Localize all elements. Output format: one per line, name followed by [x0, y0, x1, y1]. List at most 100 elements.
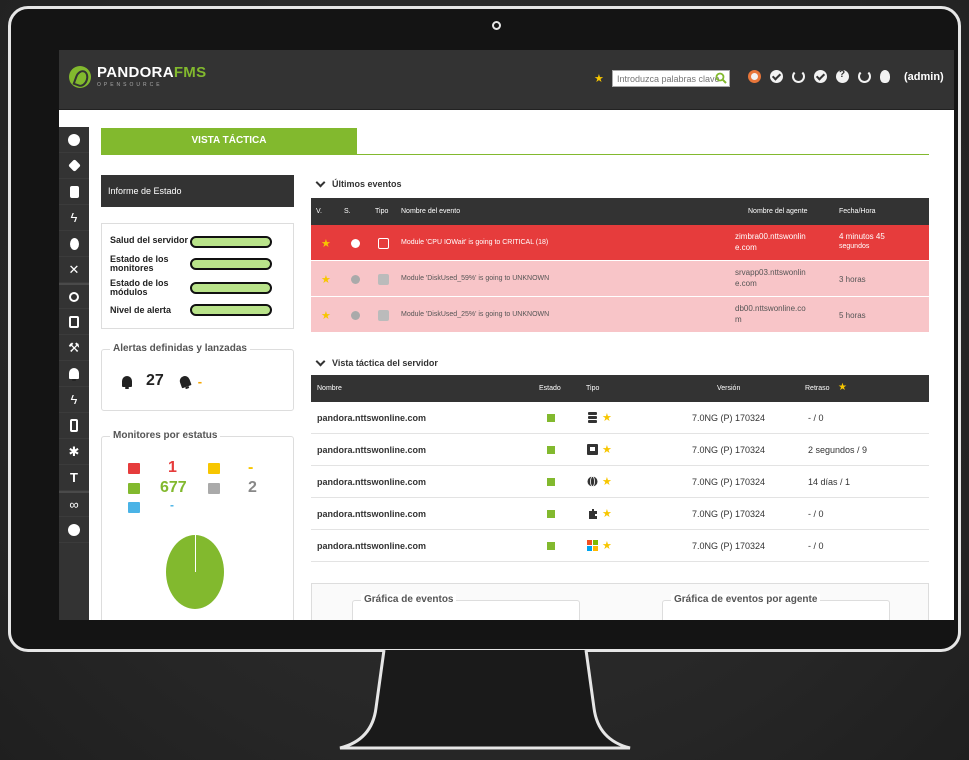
logout-icon[interactable] — [858, 70, 871, 83]
server-row[interactable]: pandora.nttswonline.com ★ 7.0NG (P) 1703… — [311, 434, 929, 466]
servers-title: Vista táctica del servidor — [332, 358, 438, 368]
server-name[interactable]: pandora.nttswonline.com — [317, 509, 426, 519]
health-bar — [190, 282, 272, 294]
menu-topology[interactable] — [59, 153, 89, 179]
server-icon — [70, 419, 78, 432]
logo-text-fms: FMS — [173, 64, 207, 81]
event-agent[interactable]: db00.nttswonline.co — [735, 304, 806, 313]
monitors-critical-count[interactable]: 1 — [168, 459, 177, 477]
plugin-icon — [589, 509, 597, 519]
menu-setup[interactable]: ✱ — [59, 439, 89, 465]
monitors-unknown-count[interactable]: 2 — [248, 479, 257, 497]
server-name[interactable]: pandora.nttswonline.com — [317, 445, 426, 455]
windows-icon — [587, 540, 598, 551]
monitors-normal-count[interactable]: 677 — [160, 479, 187, 497]
server-version: 7.0NG (P) 170324 — [692, 509, 766, 519]
lifebuoy-icon[interactable] — [748, 70, 761, 83]
status-ok-icon — [547, 414, 555, 422]
event-agent[interactable]: zimbra00.nttswonlin — [735, 232, 806, 241]
severity-dot-icon — [351, 275, 360, 284]
monitors-not-init-count[interactable]: - — [170, 498, 174, 512]
menu-admin-tools[interactable]: T — [59, 465, 89, 491]
event-row[interactable]: ★ Module 'CPU IOWait' is going to CRITIC… — [311, 225, 929, 261]
star-icon: ★ — [602, 508, 612, 520]
health-label: Estado de los monitores — [110, 254, 169, 273]
normal-monitor-icon — [128, 483, 140, 494]
menu-resources[interactable] — [59, 283, 89, 309]
col-header: Nombre del agente — [748, 208, 808, 215]
user-icon[interactable] — [880, 70, 890, 83]
server-row[interactable]: pandora.nttswonline.com ★ 7.0NG (P) 1703… — [311, 402, 929, 434]
system-status-check-icon[interactable] — [814, 70, 827, 83]
pandora-logo-icon — [69, 65, 91, 88]
tab-vista-tactica[interactable]: VISTA TÁCTICA — [101, 128, 357, 154]
alerts-defined-count[interactable]: 27 — [146, 372, 164, 390]
app-screen: PANDORAFMS OPENSOURCE ★ (admin) — [59, 50, 954, 620]
event-name[interactable]: Module 'CPU IOWait' is going to CRITICAL… — [401, 239, 548, 246]
health-bar — [190, 304, 272, 316]
star-icon[interactable]: ★ — [321, 237, 331, 250]
menu-links[interactable]: ∞ — [59, 491, 89, 517]
event-row[interactable]: ★ Module 'DiskUsed_25%' is going to UNKN… — [311, 297, 929, 333]
server-name[interactable]: pandora.nttswonline.com — [317, 477, 426, 487]
col-header: Versión — [717, 385, 741, 392]
search-input[interactable] — [612, 70, 730, 87]
status-report-title: Informe de Estado — [101, 175, 294, 207]
event-name[interactable]: Module 'DiskUsed_25%' is going to UNKNOW… — [401, 311, 549, 318]
alerts-fired-count[interactable]: - — [198, 374, 202, 389]
menu-manage-events[interactable]: ϟ — [59, 387, 89, 413]
event-agent-cont[interactable]: e.com — [735, 279, 757, 288]
menu-servers[interactable] — [59, 413, 89, 439]
star-icon: ★ — [602, 540, 612, 552]
search-icon[interactable] — [715, 72, 727, 84]
menu-tools[interactable]: ✕ — [59, 257, 89, 283]
server-delay: 2 segundos / 9 — [808, 445, 868, 455]
not-init-monitor-icon — [128, 502, 140, 513]
event-agent-cont[interactable]: m — [735, 315, 742, 324]
event-row[interactable]: ★ Module 'DiskUsed_59%' is going to UNKN… — [311, 261, 929, 297]
events-section-header[interactable]: Últimos eventos — [315, 177, 402, 189]
star-icon[interactable]: ★ — [321, 273, 331, 286]
user-name[interactable]: (admin) — [904, 71, 944, 83]
server-version: 7.0NG (P) 170324 — [692, 541, 766, 551]
menu-reporting[interactable] — [59, 179, 89, 205]
server-row[interactable]: pandora.nttswonline.com ★ 7.0NG (P) 1703… — [311, 498, 929, 530]
event-agent-cont[interactable]: e.com — [735, 243, 757, 252]
server-row[interactable]: pandora.nttswonline.com ★ 7.0NG (P) 1703… — [311, 466, 929, 498]
monitors-warning-count[interactable]: - — [248, 459, 253, 477]
warning-monitor-icon — [208, 463, 220, 474]
menu-configuration[interactable]: ⚒ — [59, 335, 89, 361]
star-icon[interactable]: ★ — [321, 309, 331, 322]
health-row-monitors: Estado de los monitores — [110, 255, 190, 273]
help-icon[interactable] — [836, 69, 849, 83]
star-icon: ★ — [602, 476, 612, 488]
chevron-down-icon — [315, 177, 326, 187]
menu-events[interactable]: ϟ — [59, 205, 89, 231]
server-status-check-icon[interactable] — [770, 70, 783, 83]
menu-manage-agents[interactable] — [59, 309, 89, 335]
menu-workspace[interactable] — [59, 231, 89, 257]
servers-section-header[interactable]: Vista táctica del servidor — [315, 356, 438, 368]
lightning-icon: ϟ — [70, 210, 78, 225]
module-type-icon — [378, 238, 389, 249]
severity-dot-icon — [351, 239, 360, 248]
health-label: Nivel de alerta — [110, 305, 172, 315]
monitors-panel: Monitores por estatus 1 - 677 2 - — [101, 430, 294, 620]
alert-bell-icon — [69, 368, 79, 381]
server-row[interactable]: pandora.nttswonline.com ★ 7.0NG (P) 1703… — [311, 530, 929, 562]
menu-monitoring[interactable] — [59, 127, 89, 153]
server-name[interactable]: pandora.nttswonline.com — [317, 413, 426, 423]
alerts-title: Alertas definidas y lanzadas — [110, 343, 250, 354]
server-delay: - / 0 — [808, 541, 824, 551]
pandora-logo[interactable]: PANDORAFMS OPENSOURCE — [69, 65, 206, 88]
event-lightning-icon: ϟ — [70, 392, 78, 407]
event-name[interactable]: Module 'DiskUsed_59%' is going to UNKNOW… — [401, 275, 549, 282]
favorite-star-icon[interactable]: ★ — [594, 72, 604, 85]
event-agent[interactable]: srvapp03.nttswonlin — [735, 268, 806, 277]
menu-alerts[interactable] — [59, 361, 89, 387]
autorefresh-icon[interactable] — [792, 70, 805, 83]
menu-pandora[interactable] — [59, 517, 89, 543]
event-time-cont: segundos — [839, 243, 870, 250]
col-header: Tipo — [586, 385, 600, 392]
server-name[interactable]: pandora.nttswonline.com — [317, 541, 426, 551]
